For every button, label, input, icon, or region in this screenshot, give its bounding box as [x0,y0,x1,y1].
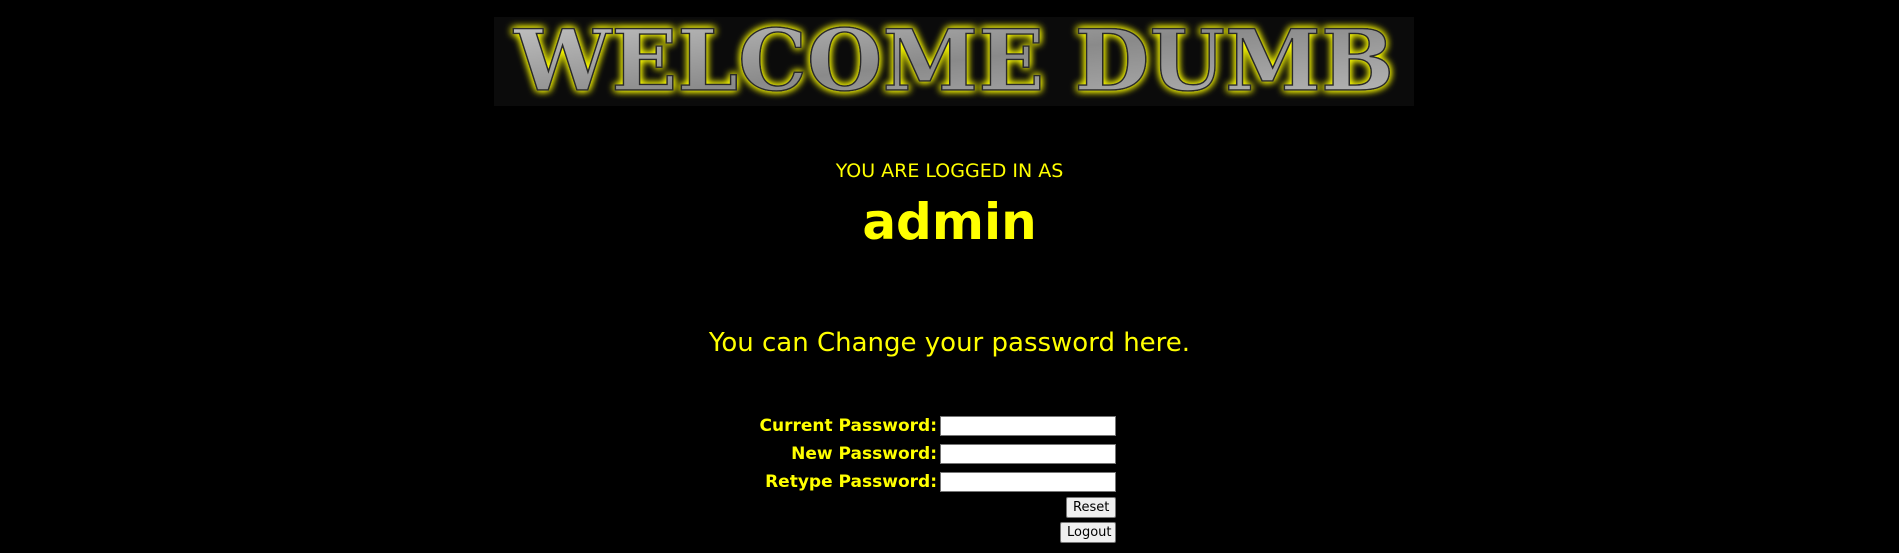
retype-password-input[interactable] [940,472,1116,492]
new-password-input[interactable] [940,444,1116,464]
username: admin [862,193,1037,251]
logout-button[interactable]: Logout [1060,522,1116,543]
change-password-message: You can Change your password here. [708,328,1191,358]
current-password-input[interactable] [940,416,1116,436]
retype-password-label: Retype Password: [765,472,937,492]
welcome-banner-title: WELCOME DUMB [513,17,1394,106]
reset-button[interactable]: Reset [1066,497,1116,518]
new-password-label: New Password: [791,444,937,464]
welcome-banner: WELCOME DUMB [494,17,1414,106]
current-password-label: Current Password: [759,416,937,436]
welcome-banner-logo: WELCOME DUMB [512,17,1395,106]
logged-in-label: YOU ARE LOGGED IN AS [835,160,1064,182]
